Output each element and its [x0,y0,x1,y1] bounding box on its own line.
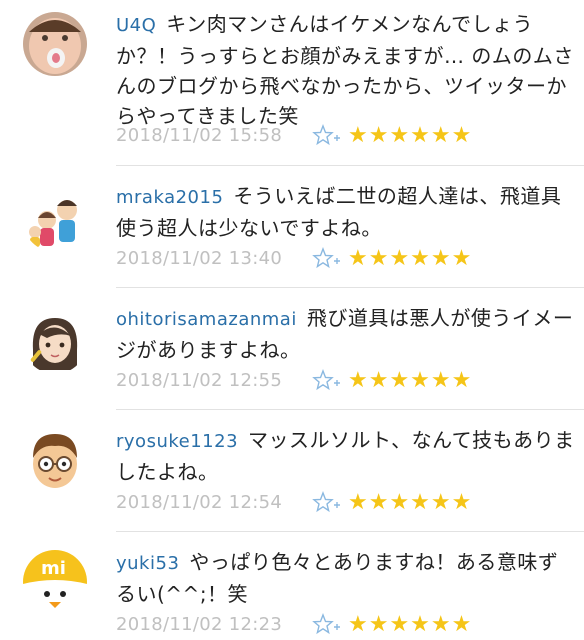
comment-username[interactable]: mraka2015 [116,187,223,208]
comment-item: ohitorisamazanmai 飛び道具は悪人が使うイメージがありますよね。 … [0,288,584,410]
comment-item: mraka2015 そういえば二世の超人達は、飛道具使う超人は少ないですよね。 2… [0,166,584,288]
comment-timestamp: 2018/11/02 12:55 [116,369,283,391]
comment-timestamp: 2018/11/02 12:54 [116,491,283,513]
comment-body: mraka2015 そういえば二世の超人達は、飛道具使う超人は少ないですよね。 [116,181,576,243]
man-glasses-avatar-icon[interactable] [23,428,87,492]
comment-timestamp: 2018/11/02 15:58 [116,124,283,146]
add-star-icon[interactable] [312,612,348,636]
comment-username[interactable]: yuki53 [116,553,179,574]
comment-username[interactable]: ryosuke1123 [116,431,238,452]
comment-body: ohitorisamazanmai 飛び道具は悪人が使うイメージがありますよね。 [116,303,576,365]
comment-text: やっぱり色々とありますね！ある意味ずるい(^^;！笑 [116,550,559,606]
comment-item: mi yuki53 やっぱり色々とありますね！ある意味ずるい(^^;！笑 2018… [0,532,584,640]
add-star-icon[interactable] [312,246,348,270]
comment-item: U4Q キン肉マンさんはイケメンなんでしょうか？！うっすらとお顔がみえますが… の… [0,0,584,166]
comment-username[interactable]: ohitorisamazanmai [116,309,297,330]
baby-avatar-icon[interactable] [23,12,87,76]
family-avatar-icon[interactable] [23,188,87,252]
comment-list: U4Q キン肉マンさんはイケメンなんでしょうか？！うっすらとお顔がみえますが… の… [0,0,584,640]
star-rating: ★★★★★★ [348,367,473,393]
woman-avatar-icon[interactable] [23,310,87,374]
comment-username[interactable]: U4Q [116,15,156,36]
comment-timestamp: 2018/11/02 12:23 [116,613,283,635]
comment-body: U4Q キン肉マンさんはイケメンなんでしょうか？！うっすらとお顔がみえますが… の… [116,9,576,131]
star-rating: ★★★★★★ [348,489,473,515]
comment-body: yuki53 やっぱり色々とありますね！ある意味ずるい(^^;！笑 [116,547,576,609]
add-star-icon[interactable] [312,490,348,514]
comment-item: ryosuke1123 マッスルソルト、なんて技もありましたよね。 2018/11… [0,410,584,532]
add-star-icon[interactable] [312,368,348,392]
comment-body: ryosuke1123 マッスルソルト、なんて技もありましたよね。 [116,425,576,487]
comment-meta: 2018/11/02 13:40 ★★★★★★ [116,244,472,272]
add-star-icon[interactable] [312,123,348,147]
comment-meta: 2018/11/02 12:23 ★★★★★★ [116,610,472,638]
comment-meta: 2018/11/02 15:58 ★★★★★★ [116,121,472,149]
comment-text: キン肉マンさんはイケメンなんでしょうか？！うっすらとお顔がみえますが… のムのム… [116,12,574,128]
comment-meta: 2018/11/02 12:55 ★★★★★★ [116,366,472,394]
mi-duck-avatar-icon[interactable]: mi [23,550,87,614]
comment-meta: 2018/11/02 12:54 ★★★★★★ [116,488,472,516]
star-rating: ★★★★★★ [348,245,473,271]
comment-timestamp: 2018/11/02 13:40 [116,247,283,269]
star-rating: ★★★★★★ [348,122,473,148]
star-rating: ★★★★★★ [348,611,473,637]
svg-text:mi: mi [41,558,66,579]
